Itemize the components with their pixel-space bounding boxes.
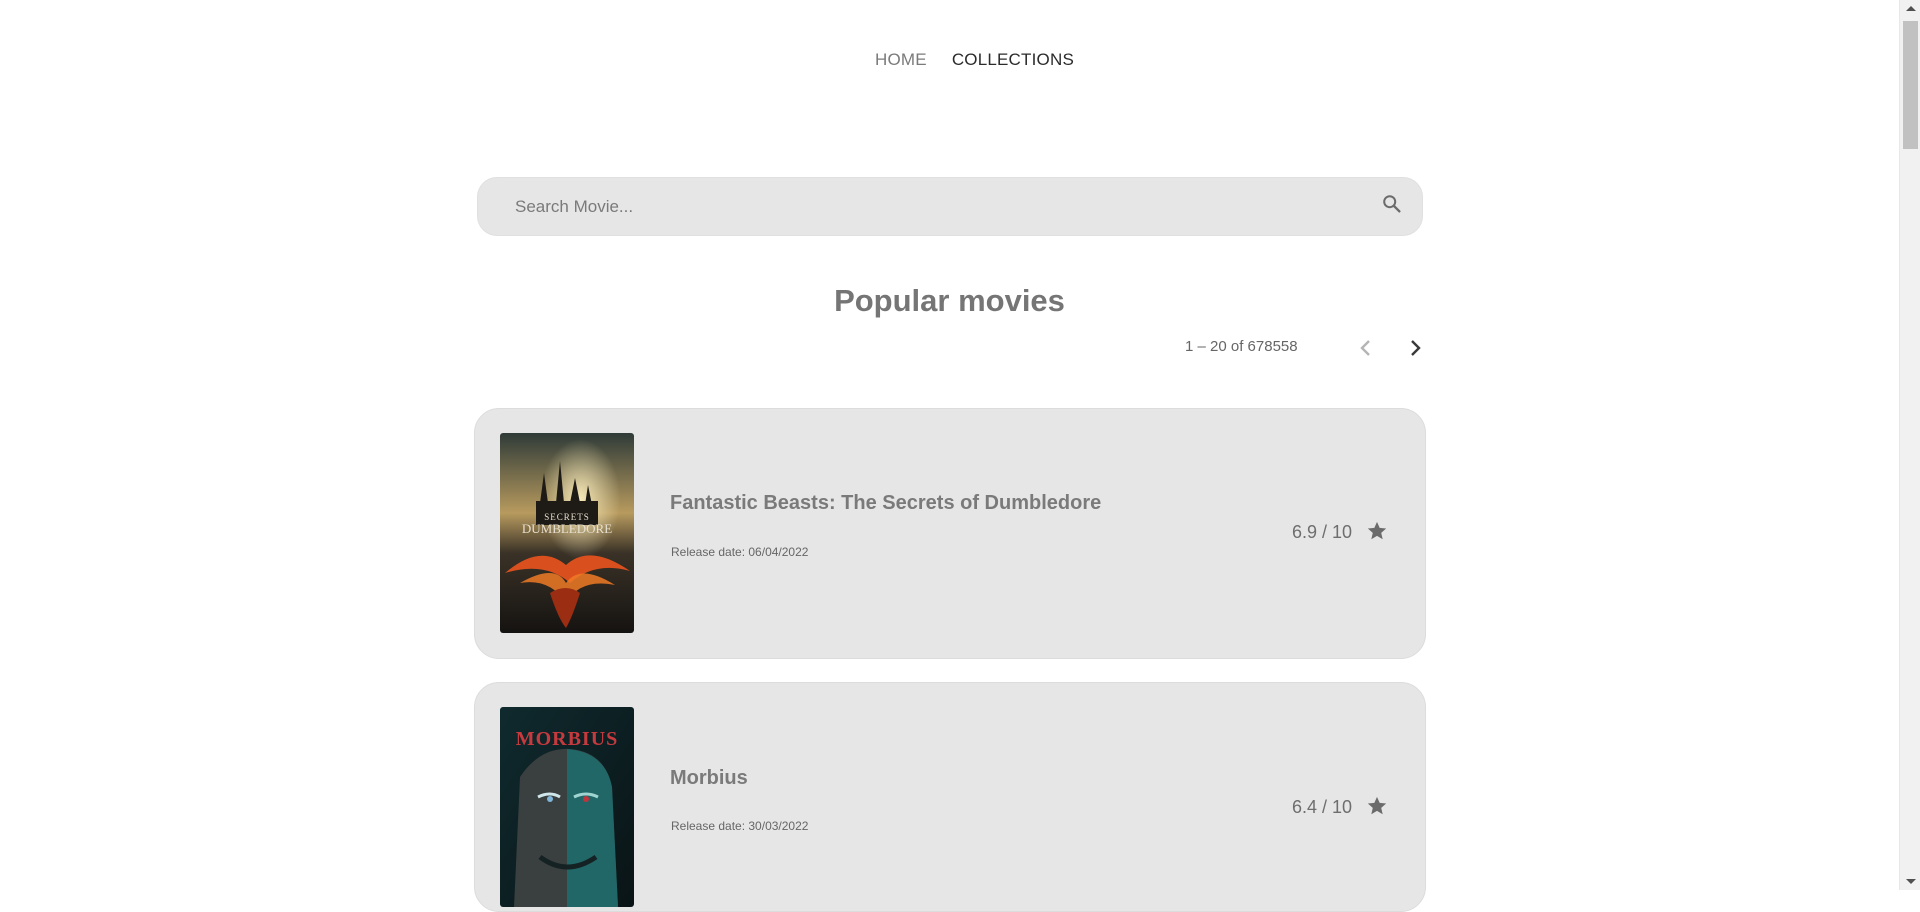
- previous-page-button[interactable]: [1354, 336, 1378, 360]
- chevron-right-icon: [1403, 340, 1427, 364]
- nav-home-link[interactable]: HOME: [875, 50, 927, 70]
- top-nav: HOME COLLECTIONS: [0, 50, 1899, 70]
- star-icon: [1366, 795, 1388, 817]
- nav-collections-link[interactable]: COLLECTIONS: [952, 50, 1074, 70]
- release-date: Release date: 06/04/2022: [671, 545, 809, 559]
- movie-title[interactable]: Morbius: [670, 767, 748, 790]
- scroll-down-icon[interactable]: [1906, 879, 1916, 884]
- scroll-up-icon[interactable]: [1906, 6, 1916, 11]
- search-icon[interactable]: [1381, 193, 1403, 215]
- release-date: Release date: 30/03/2022: [671, 819, 809, 833]
- search-bar: [477, 177, 1423, 236]
- movie-title[interactable]: Fantastic Beasts: The Secrets of Dumbled…: [670, 492, 1101, 515]
- vertical-scrollbar[interactable]: [1899, 0, 1920, 890]
- search-input[interactable]: [515, 178, 1335, 235]
- chevron-left-icon: [1354, 340, 1378, 364]
- next-page-button[interactable]: [1403, 336, 1427, 360]
- movie-rating: 6.4 / 10: [1292, 797, 1353, 817]
- page-title: Popular movies: [834, 283, 1065, 318]
- movie-rating: 6.9 / 10: [1292, 522, 1353, 542]
- poster-title: MORBIUS: [516, 728, 619, 750]
- paginator: 1 – 20 of 678558: [1185, 336, 1425, 360]
- star-icon: [1366, 520, 1388, 542]
- movie-card[interactable]: SECRETS DUMBLEDORE Fantastic Beasts: The…: [474, 408, 1426, 659]
- scroll-thumb[interactable]: [1903, 21, 1918, 149]
- poster-title-line-2: DUMBLEDORE: [522, 521, 612, 536]
- movie-poster: SECRETS DUMBLEDORE: [500, 433, 634, 633]
- movie-poster: MORBIUS: [500, 707, 634, 907]
- pagination-range: 1 – 20 of 678558: [1185, 338, 1298, 355]
- movie-card[interactable]: MORBIUS Morbius Release date: 30/03/2022…: [474, 682, 1426, 912]
